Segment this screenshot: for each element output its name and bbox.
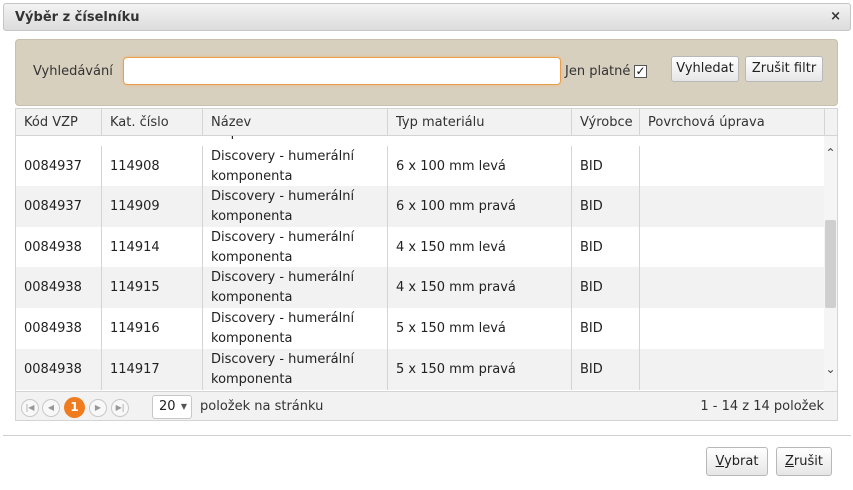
cell-povrchova-uprava	[640, 349, 824, 390]
search-button[interactable]: Vyhledat	[671, 56, 739, 82]
cell-kod-vzp: 0084937	[16, 186, 102, 227]
cell-nazev: Discovery - humerální komponenta	[203, 186, 388, 227]
cell-vyrobce: BID	[572, 227, 640, 268]
header-col-nazev[interactable]: Název	[203, 109, 388, 136]
dialog-title: Výběr z číselníku	[15, 10, 140, 25]
grid-pager: |◀ ◀ 1 ▶ ▶| 20 ▼ položek na stránku 1 - …	[16, 391, 837, 420]
table-row[interactable]: 0084938 114916 Discovery - humerální kompo…	[16, 308, 824, 349]
vertical-scrollbar[interactable]: ⌃ ⌄	[824, 136, 837, 391]
table-row[interactable]: 0084937 114908 Discovery - humerální kompo…	[16, 146, 824, 187]
clear-filter-button[interactable]: Zrušit filtr	[745, 56, 823, 82]
cell-nazev: Discovery - humerální komponenta	[203, 146, 388, 187]
table-row[interactable]: 0084937 114909 Discovery - humerální kompo…	[16, 186, 824, 227]
cell-povrchova-uprava	[640, 267, 824, 308]
cancel-button-hotkey: Z	[785, 454, 794, 469]
cell-povrchova-uprava	[640, 227, 824, 268]
table-row[interactable]: 0084938 114915 Discovery - humerální kompo…	[16, 267, 824, 308]
cell-kat-cislo: 114916	[102, 308, 203, 349]
select-button-hotkey: V	[715, 454, 725, 469]
cell-povrchova-uprava	[640, 308, 824, 349]
header-col-vyrobce[interactable]: Výrobce	[572, 109, 640, 136]
prev-page-icon[interactable]: ◀	[42, 399, 60, 417]
page-size-value: 20	[159, 399, 176, 414]
last-page-icon[interactable]: ▶|	[111, 399, 129, 417]
filter-panel: Vyhledávání Jen platné ✓ Vyhledat Zrušit…	[15, 39, 838, 106]
valid-only-label: Jen platné	[565, 64, 631, 79]
grid-body[interactable]: komponenta 0084937114908Discovery - hume…	[16, 136, 824, 391]
dialog-titlebar: Výběr z číselníku ×	[3, 3, 851, 31]
cell-kat-cislo: 114914	[102, 227, 203, 268]
cell-kat-cislo: 114917	[102, 349, 203, 390]
valid-only-checkbox[interactable]: ✓	[634, 65, 647, 78]
cell-kod-vzp: 0084938	[16, 308, 102, 349]
cell-kat-cislo: 114909	[102, 186, 203, 227]
pager-info: 1 - 14 z 14 položek	[700, 399, 824, 414]
grid-header: Kód VZP Kat. číslo Název Typ materiálu Výrob…	[16, 109, 837, 136]
cell-vyrobce: BID	[572, 349, 640, 390]
header-col-kat-cislo[interactable]: Kat. číslo	[102, 109, 203, 136]
search-label: Vyhledávání	[33, 64, 113, 79]
cell-nazev: Discovery - humerální komponenta	[203, 227, 388, 268]
scroll-down-icon[interactable]: ⌄	[824, 362, 837, 376]
first-page-icon[interactable]: |◀	[21, 399, 39, 417]
cell-vyrobce: BID	[572, 186, 640, 227]
cell-nazev: Discovery - humerální komponenta	[203, 308, 388, 349]
cell-kod-vzp: 0084937	[16, 146, 102, 187]
cell-kod-vzp: 0084938	[16, 227, 102, 268]
cell-typ-materialu: 4 x 150 mm pravá	[388, 267, 572, 308]
selection-dialog: Výběr z číselníku × Vyhledávání Jen plat…	[0, 0, 853, 490]
select-button-label: ybrat	[724, 454, 759, 469]
cell-typ-materialu: 5 x 150 mm levá	[388, 308, 572, 349]
cell-vyrobce: BID	[572, 308, 640, 349]
cell-nazev: Discovery - humerální komponenta	[203, 267, 388, 308]
cancel-button[interactable]: Zrušit	[776, 447, 832, 476]
footer-divider	[3, 435, 851, 436]
cell-vyrobce: BID	[572, 146, 640, 187]
cell-vyrobce: BID	[572, 267, 640, 308]
close-icon[interactable]: ×	[830, 9, 841, 24]
partial-row-text: komponenta	[203, 136, 373, 140]
data-grid: Kód VZP Kat. číslo Název Typ materiálu Výrob…	[15, 108, 838, 421]
table-row[interactable]: 0084938 114914 Discovery - humerální kompo…	[16, 227, 824, 268]
cancel-button-label: rušit	[793, 454, 823, 469]
cell-kod-vzp: 0084938	[16, 349, 102, 390]
search-input[interactable]	[123, 57, 561, 85]
cell-kat-cislo: 114915	[102, 267, 203, 308]
header-col-povrchova-uprava[interactable]: Povrchová úprava	[640, 109, 825, 136]
next-page-icon[interactable]: ▶	[89, 399, 107, 417]
select-button[interactable]: Vybrat	[706, 447, 768, 476]
cell-povrchova-uprava	[640, 186, 824, 227]
cell-kod-vzp: 0084938	[16, 267, 102, 308]
header-col-typ-materialu[interactable]: Typ materiálu	[388, 109, 572, 136]
cell-typ-materialu: 6 x 100 mm pravá	[388, 186, 572, 227]
cell-typ-materialu: 4 x 150 mm levá	[388, 227, 572, 268]
current-page-button[interactable]: 1	[64, 397, 85, 418]
cell-typ-materialu: 5 x 150 mm pravá	[388, 349, 572, 390]
cell-typ-materialu: 6 x 100 mm levá	[388, 146, 572, 187]
cell-povrchova-uprava	[640, 146, 824, 187]
cell-nazev: Discovery - humerální komponenta	[203, 349, 388, 390]
scroll-up-icon[interactable]: ⌃	[824, 146, 837, 160]
scrollbar-thumb[interactable]	[825, 220, 836, 308]
header-col-kod-vzp[interactable]: Kód VZP	[16, 109, 102, 136]
page-size-label: položek na stránku	[200, 399, 324, 414]
page-size-select[interactable]: 20 ▼	[152, 395, 192, 419]
cell-kat-cislo: 114908	[102, 146, 203, 187]
table-row[interactable]: 0084938 114917 Discovery - humerální kompo…	[16, 349, 824, 390]
chevron-down-icon: ▼	[180, 402, 187, 411]
